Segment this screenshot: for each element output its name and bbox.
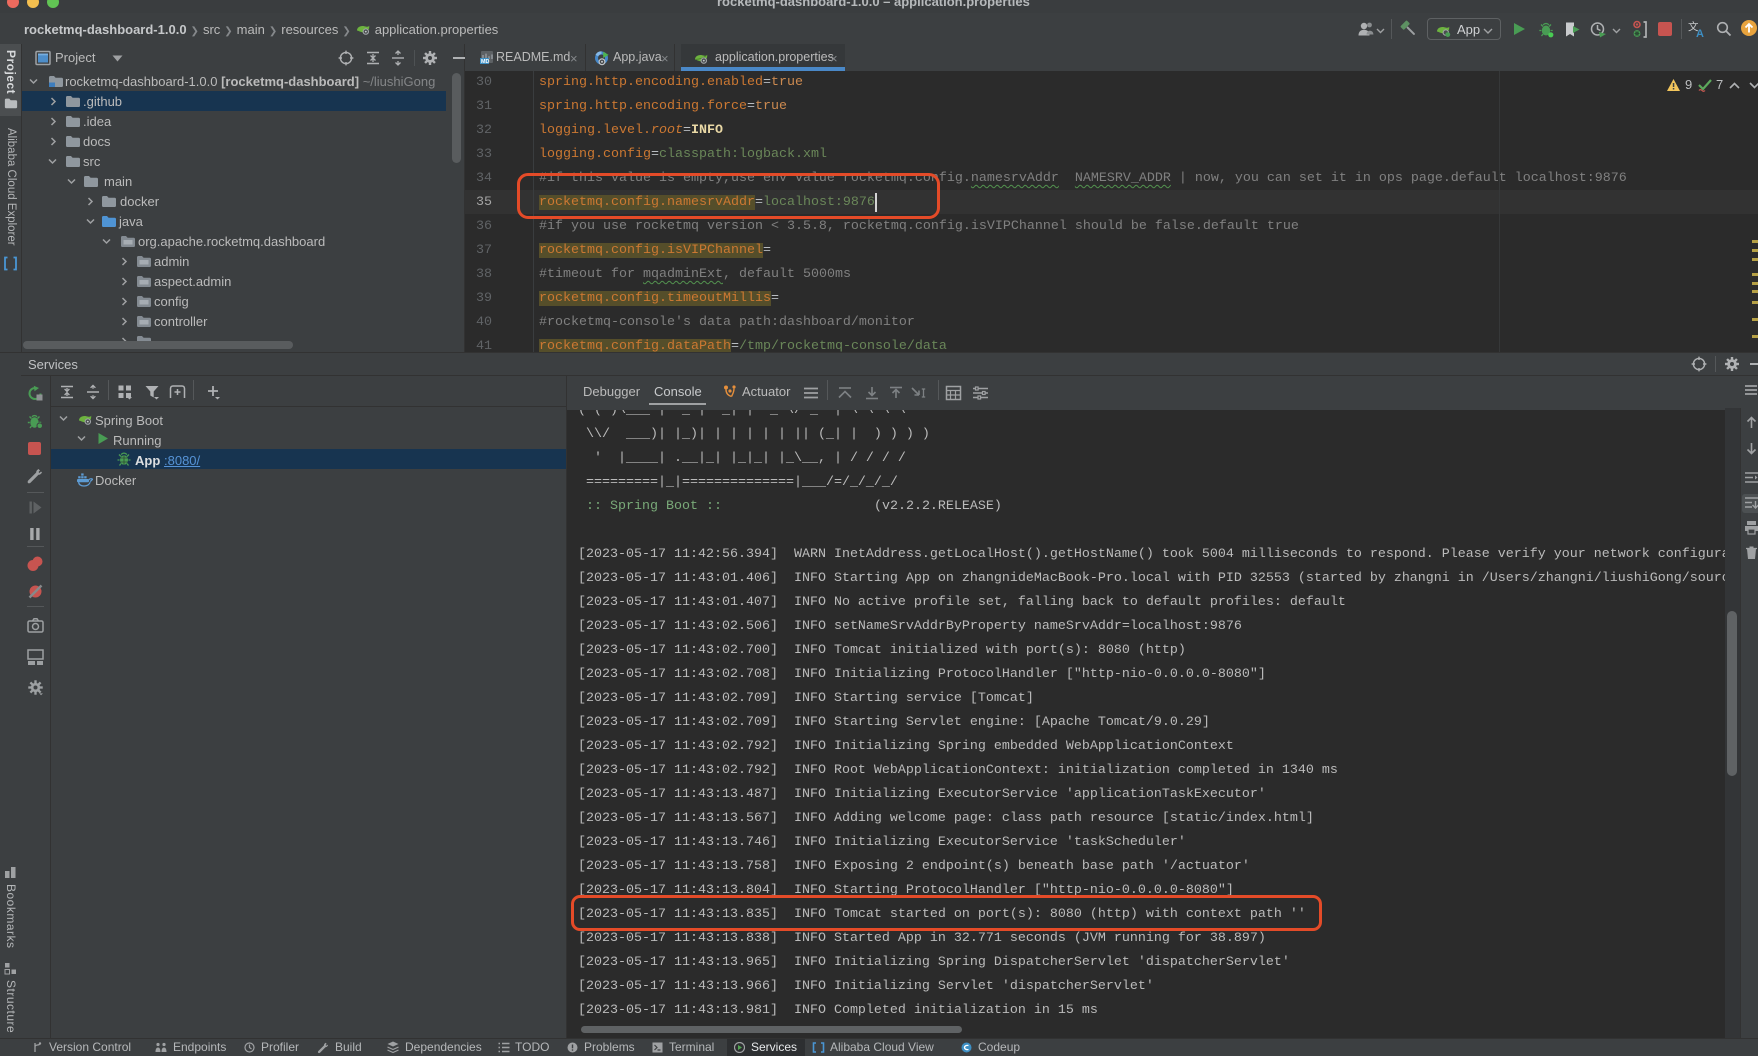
svg-text:A: A xyxy=(1696,28,1704,38)
svg-text:MD: MD xyxy=(481,59,489,65)
